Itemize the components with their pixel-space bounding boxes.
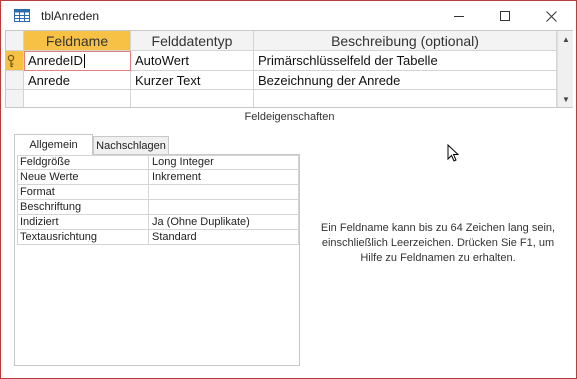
property-name: Textausrichtung [17, 230, 149, 245]
property-value[interactable]: Ja (Ohne Duplikate) [149, 215, 299, 230]
mouse-cursor-icon [447, 144, 460, 162]
table-icon [14, 9, 30, 22]
field-type-cell[interactable]: Kurzer Text [131, 71, 254, 90]
field-name-cell[interactable] [24, 90, 131, 107]
property-value[interactable]: Inkrement [149, 170, 299, 185]
scroll-up-icon[interactable]: ▲ [558, 31, 574, 47]
property-name: Feldgröße [17, 155, 149, 170]
property-row[interactable]: Beschriftung [17, 200, 299, 215]
property-name: Neue Werte [17, 170, 149, 185]
minimize-button[interactable] [436, 1, 482, 31]
title-bar[interactable]: tblAnreden [1, 1, 576, 31]
maximize-button[interactable] [482, 1, 528, 31]
text-caret [83, 53, 85, 68]
field-type-cell[interactable] [131, 90, 254, 107]
property-name: Format [17, 185, 149, 200]
field-name-cell[interactable]: AnredeID [24, 51, 131, 71]
property-value[interactable] [149, 200, 299, 215]
field-properties-label: Feldeigenschaften [244, 111, 335, 123]
property-row[interactable]: Format [17, 185, 299, 200]
maximize-icon [500, 11, 510, 21]
row-selector-3[interactable] [6, 90, 24, 107]
field-design-grid: Feldname Felddatentyp Beschreibung (opti… [5, 30, 573, 108]
column-header-beschreibung[interactable]: Beschreibung (optional) [254, 31, 557, 51]
tab-allgemein[interactable]: Allgemein [14, 134, 93, 155]
property-row[interactable]: Textausrichtung Standard [17, 230, 299, 245]
property-value[interactable]: Standard [149, 230, 299, 245]
field-description-cell[interactable]: Primärschlüsselfeld der Tabelle [254, 51, 557, 71]
row-selector-1[interactable] [6, 51, 24, 71]
row-selector-2[interactable] [6, 71, 24, 90]
property-name: Indiziert [17, 215, 149, 230]
property-row[interactable]: Neue Werte Inkrement [17, 170, 299, 185]
property-row[interactable]: Indiziert Ja (Ohne Duplikate) [17, 215, 299, 230]
property-value[interactable]: Long Integer [149, 155, 299, 170]
field-type-cell[interactable]: AutoWert [131, 51, 254, 71]
close-button[interactable] [528, 1, 574, 31]
grid-corner[interactable] [6, 31, 24, 51]
field-name-cell[interactable]: Anrede [24, 71, 131, 90]
field-properties-panel: Feldgröße Long Integer Neue Werte Inkrem… [14, 154, 300, 366]
property-name: Beschriftung [17, 200, 149, 215]
field-description-cell[interactable] [254, 90, 557, 107]
primary-key-icon [7, 54, 15, 68]
window-title: tblAnreden [41, 9, 100, 23]
scroll-down-icon[interactable]: ▼ [558, 91, 574, 107]
table-design-window: tblAnreden Feldname Felddatentyp Beschre… [0, 0, 577, 379]
vertical-scrollbar[interactable]: ▲ ▼ [557, 31, 573, 107]
field-description-cell[interactable]: Bezeichnung der Anrede [254, 71, 557, 90]
help-text: Ein Feldname kann bis zu 64 Zeichen lang… [320, 222, 556, 264]
close-icon [545, 10, 557, 22]
property-value[interactable] [149, 185, 299, 200]
tab-nachschlagen[interactable]: Nachschlagen [93, 136, 169, 154]
column-header-felddatentyp[interactable]: Felddatentyp [131, 31, 254, 51]
column-header-feldname[interactable]: Feldname [24, 31, 131, 51]
property-row[interactable]: Feldgröße Long Integer [17, 155, 299, 170]
field-name-value: AnredeID [28, 53, 83, 68]
minimize-icon [454, 15, 464, 17]
